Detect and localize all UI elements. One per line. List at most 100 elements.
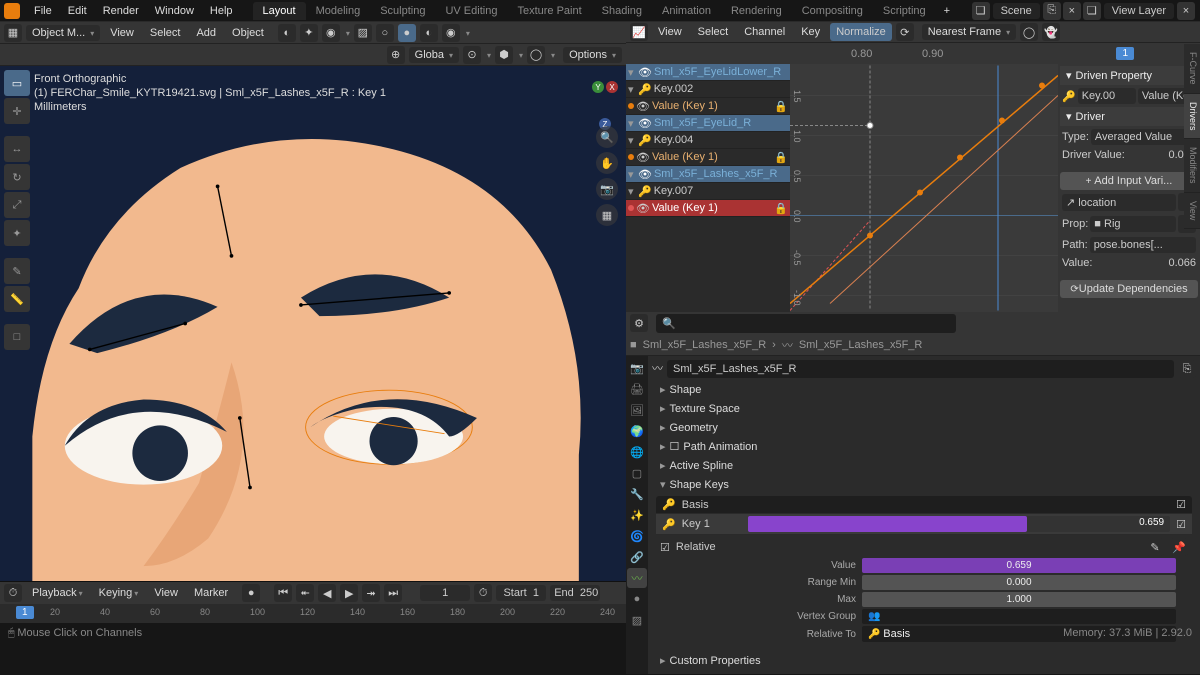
vertex-group-field[interactable]: 👥 [862, 609, 1176, 624]
persp-ortho-icon[interactable]: ▦ [596, 204, 618, 226]
add-workspace-button[interactable]: + [936, 2, 958, 20]
channel-row[interactable]: 👁Value (Key 1)🔒 [626, 149, 790, 166]
data-name-field[interactable]: Sml_x5F_Lashes_x5F_R [667, 360, 1174, 378]
section-geometry[interactable]: ▸Geometry [652, 418, 1196, 437]
tool-addcube[interactable]: □ [4, 324, 30, 350]
current-frame-field[interactable]: 1 [420, 585, 470, 601]
jump-start-icon[interactable]: ⏮ [274, 584, 292, 602]
start-frame-field[interactable]: Start 1 [496, 585, 546, 601]
tab-texture-icon[interactable]: ▨ [627, 610, 647, 630]
section-pathanim[interactable]: ▸☐Path Animation [652, 437, 1196, 456]
breadcrumb-item[interactable]: Sml_x5F_Lashes_x5F_R [799, 339, 923, 351]
wireframe-icon[interactable]: ○ [376, 24, 394, 42]
path-field[interactable]: pose.bones[... [1090, 237, 1196, 253]
tab-data-icon[interactable]: 〰 [627, 568, 647, 588]
scene-name-field[interactable]: Scene [993, 3, 1040, 19]
vtab-drivers[interactable]: Drivers [1184, 94, 1200, 140]
tab-constraint-icon[interactable]: 🔗 [627, 547, 647, 567]
shapekey-pin-icon[interactable]: 📌 [1170, 538, 1188, 556]
rendered-icon[interactable]: ◉ [442, 24, 460, 42]
options-dropdown[interactable]: Options [563, 47, 622, 63]
scene-del-icon[interactable]: × [1063, 2, 1081, 20]
autokey-icon[interactable]: ● [242, 584, 260, 602]
vp-menu-add[interactable]: Add [190, 25, 222, 41]
editor-type-props-icon[interactable]: ⚙ [630, 314, 648, 332]
driver-type-dropdown[interactable]: Averaged Value [1091, 129, 1196, 145]
shading-icon[interactable]: ◐ [278, 24, 296, 42]
workspace-tab-compositing[interactable]: Compositing [792, 2, 873, 20]
keying-dropdown[interactable]: Keying [93, 585, 145, 601]
section-shape[interactable]: ▸Shape [652, 380, 1196, 399]
scene-new-icon[interactable]: ⎘ [1043, 2, 1061, 20]
workspace-tab-rendering[interactable]: Rendering [721, 2, 792, 20]
tab-physics-icon[interactable]: 🌀 [627, 526, 647, 546]
solid-icon[interactable]: ● [398, 24, 416, 42]
nav-gizmo[interactable]: Y X Z [590, 72, 620, 102]
update-deps-button[interactable]: ⟳Update Dependencies [1060, 280, 1198, 298]
propedit-icon[interactable]: ◯ [527, 46, 545, 64]
shapekey-edit-icon[interactable]: ✎ [1146, 538, 1164, 556]
tab-world-icon[interactable]: 🌐 [627, 442, 647, 462]
vp-menu-select[interactable]: Select [144, 25, 187, 41]
value-slider[interactable]: 0.659 [862, 558, 1176, 573]
tab-modifier-icon[interactable]: 🔧 [627, 484, 647, 504]
play-icon[interactable]: ▶ [340, 584, 358, 602]
preview-range-icon[interactable]: ⏱ [474, 584, 492, 602]
workspace-tab-uv[interactable]: UV Editing [435, 2, 507, 20]
props-search-input[interactable]: 🔍 [656, 314, 956, 333]
channel-row[interactable]: ▾👁Sml_x5F_EyeLidLower_R [626, 64, 790, 81]
tool-select[interactable]: ▭ [4, 70, 30, 96]
prop-field[interactable]: ■ Rig [1090, 216, 1176, 232]
ghost-icon[interactable]: 👻 [1042, 23, 1060, 41]
playback-dropdown[interactable]: Playback [26, 585, 89, 601]
section-texspace[interactable]: ▸Texture Space [652, 399, 1196, 418]
tool-transform[interactable]: ✦ [4, 220, 30, 246]
shape-key-row[interactable]: 🔑Basis☑ [656, 496, 1192, 514]
play-rev-icon[interactable]: ◀ [318, 584, 336, 602]
playhead[interactable]: 1 [16, 606, 34, 619]
keyframe-prev-icon[interactable]: ⯬ [296, 584, 314, 602]
propedit-graph-icon[interactable]: ◯ [1020, 23, 1038, 41]
tab-object-icon[interactable]: ▢ [627, 463, 647, 483]
zoom-icon[interactable]: 🔍 [596, 126, 618, 148]
tool-rotate[interactable]: ↻ [4, 164, 30, 190]
tab-render-icon[interactable]: 📷 [627, 358, 647, 378]
editor-type-icon[interactable]: ▦ [4, 24, 22, 42]
graph-canvas[interactable]: 1.5 1.0 0.5 0.0 -0.5 -1.0 [790, 64, 1058, 312]
editor-type-graph-icon[interactable]: 📈 [630, 23, 648, 41]
vp-menu-view[interactable]: View [104, 25, 140, 41]
tool-move[interactable]: ↔ [4, 136, 30, 162]
layer-browse-icon[interactable]: ❏ [1083, 2, 1101, 20]
graph-select[interactable]: Select [692, 24, 735, 40]
keyframe-next-icon[interactable]: ⯮ [362, 584, 380, 602]
menu-help[interactable]: Help [202, 2, 241, 20]
channel-row[interactable]: ▾🔑Key.004 [626, 132, 790, 149]
graph-key[interactable]: Key [795, 24, 826, 40]
layer-name-field[interactable]: View Layer [1104, 3, 1174, 19]
matprev-icon[interactable]: ◐ [420, 24, 438, 42]
workspace-tab-layout[interactable]: Layout [253, 2, 306, 20]
shape-key-row[interactable]: 🔑Key 1 0.659 ☑ [656, 514, 1192, 535]
tab-viewlayer-icon[interactable]: 🖼 [627, 400, 647, 420]
vtab-modifiers[interactable]: Modifiers [1184, 139, 1200, 193]
section-spline[interactable]: ▸Active Spline [652, 456, 1196, 475]
vp-menu-object[interactable]: Object [226, 25, 270, 41]
datablock-browse-icon[interactable]: ⎘ [1178, 360, 1196, 378]
workspace-tab-animation[interactable]: Animation [652, 2, 721, 20]
overlay-icon[interactable]: ◉ [322, 24, 340, 42]
graph-view[interactable]: View [652, 24, 688, 40]
driven-property-header[interactable]: ▾Driven Property [1060, 66, 1198, 85]
channel-row[interactable]: 👁Value (Key 1)🔒 [626, 98, 790, 115]
graph-playhead[interactable]: 1 [1116, 47, 1134, 60]
vtab-fcurve[interactable]: F-Curve [1184, 44, 1200, 94]
tool-scale[interactable]: ⤢ [4, 192, 30, 218]
channel-row[interactable]: ▾👁Sml_x5F_EyeLid_R [626, 115, 790, 132]
tool-measure[interactable]: 📏 [4, 286, 30, 312]
relative-checkbox[interactable]: Relative [676, 541, 716, 553]
timeline-marker[interactable]: Marker [188, 585, 234, 601]
vtab-view[interactable]: View [1184, 193, 1200, 229]
shape-key-slider[interactable]: 0.659 [748, 516, 1170, 532]
workspace-tab-sculpting[interactable]: Sculpting [370, 2, 435, 20]
workspace-tab-texture[interactable]: Texture Paint [507, 2, 591, 20]
axis-x-icon[interactable]: X [606, 81, 618, 93]
